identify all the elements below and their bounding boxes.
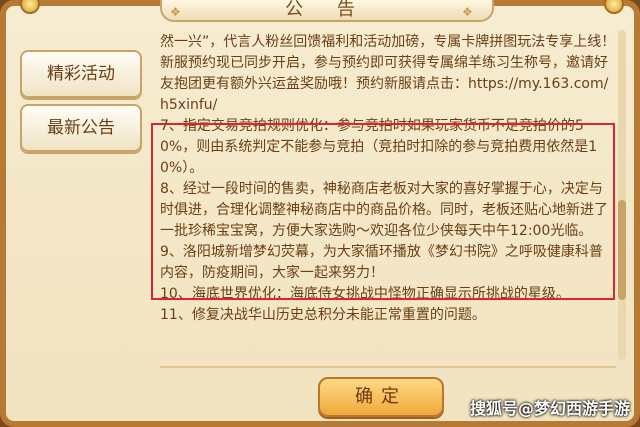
scrollbar-thumb[interactable]: [618, 200, 626, 300]
sidebar-item-label: 精彩活动: [47, 64, 115, 84]
ornament-left-icon: ❖: [170, 5, 195, 19]
confirm-button[interactable]: 确定: [318, 377, 444, 417]
divider: [160, 366, 616, 368]
notice-paragraph: 然一兴”，代言人粉丝回馈福利和活动加磅，专属卡牌拼图玩法专享上线！新服预约现已同…: [160, 34, 616, 113]
scrollbar-track[interactable]: [618, 30, 626, 360]
ornament-right-icon: ❖: [462, 5, 487, 19]
notice-paragraph: 11、修复决战华山历史总积分未能正常重置的问题。: [160, 307, 486, 323]
highlight-box: [151, 123, 615, 300]
dialog-title: 公 告: [285, 0, 369, 20]
sidebar-item-events[interactable]: 精彩活动: [20, 50, 142, 98]
confirm-button-label: 确定: [355, 386, 407, 407]
dialog-title-bar: ❖ 公 告 ❖: [160, 0, 494, 22]
sidebar-item-announcements[interactable]: 最新公告: [20, 104, 142, 152]
sidebar-item-label: 最新公告: [47, 118, 115, 138]
watermark: 搜狐号@梦幻西游手游: [470, 399, 631, 418]
